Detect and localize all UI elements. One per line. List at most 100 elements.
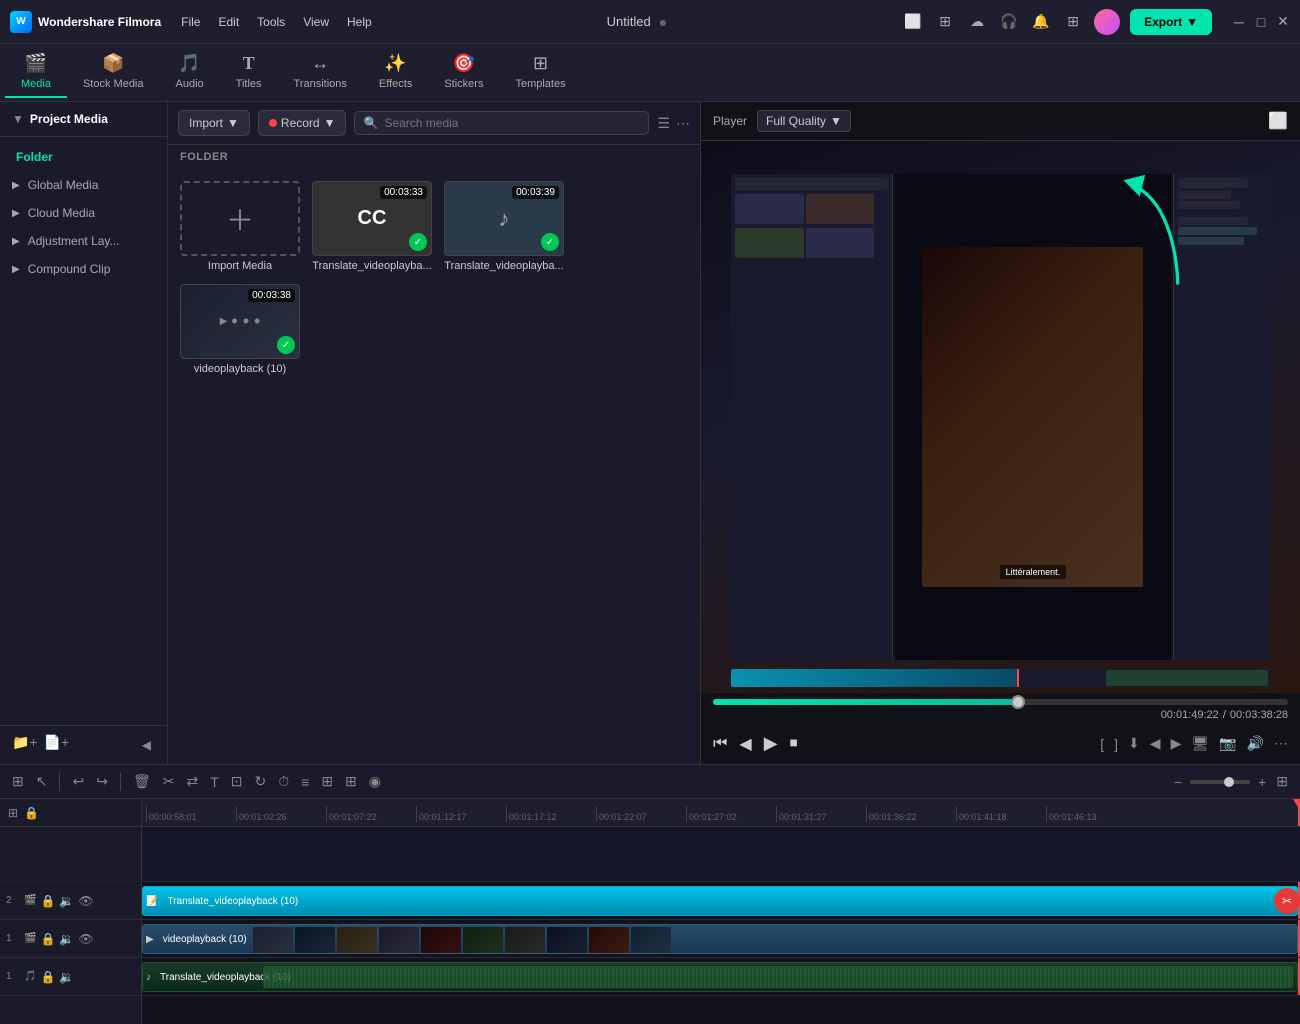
undo-icon[interactable]: ↩ xyxy=(70,771,86,792)
split-icon[interactable]: ✂ xyxy=(161,771,177,792)
grid-view-icon[interactable]: ⊞ xyxy=(1274,771,1290,792)
tab-media[interactable]: 🎬 Media xyxy=(5,47,67,98)
music-icon: ♪ xyxy=(499,206,510,232)
audio-icon[interactable]: 🔊 xyxy=(1247,735,1264,752)
total-time: 00:03:38:28 xyxy=(1230,709,1288,721)
menu-tools[interactable]: Tools xyxy=(257,15,285,29)
media-item-video1[interactable]: 00:03:38 ▶ • • • ✓ videoplayback (10) xyxy=(180,284,300,375)
tab-titles[interactable]: T Titles xyxy=(220,47,278,98)
screen-icon[interactable]: 🖥 xyxy=(1191,735,1209,752)
prev-marker-icon[interactable]: ◀ xyxy=(1150,735,1161,752)
minimize-button[interactable]: ─ xyxy=(1232,15,1246,29)
add-track-icon[interactable]: ⊞ xyxy=(8,806,18,820)
sidebar-item-adjustment[interactable]: ▶ Adjustment Lay... xyxy=(0,227,167,255)
ripple-icon[interactable]: ⇄ xyxy=(184,771,200,792)
search-icon: 🔍 xyxy=(363,116,378,130)
sidebar-item-cloud[interactable]: ▶ Cloud Media xyxy=(0,199,167,227)
collapse-sidebar-icon[interactable]: ◀ xyxy=(138,734,155,756)
delete-icon[interactable]: 🗑 xyxy=(131,771,153,792)
sidebar-item-folder[interactable]: Folder xyxy=(0,143,167,171)
import-button[interactable]: Import ▼ xyxy=(178,110,250,136)
menu-edit[interactable]: Edit xyxy=(218,15,239,29)
subtitle-clip[interactable]: 📝 Translate_videoplayback (10) xyxy=(142,886,1298,916)
tab-audio[interactable]: 🎵 Audio xyxy=(160,47,220,98)
zoom-slider[interactable] xyxy=(1190,780,1250,784)
bracket-out-icon[interactable]: ] xyxy=(1114,736,1118,752)
close-button[interactable]: ✕ xyxy=(1276,15,1290,29)
next-marker-icon[interactable]: ▶ xyxy=(1171,735,1182,752)
menu-view[interactable]: View xyxy=(303,15,329,29)
track2-eye[interactable]: 👁 xyxy=(78,894,93,908)
zoom-out-icon[interactable]: − xyxy=(1172,772,1184,792)
headphone-icon[interactable]: 🎧 xyxy=(998,11,1020,33)
speed-icon[interactable]: ⏱ xyxy=(276,771,291,792)
player-label: Player xyxy=(713,114,747,128)
empty-track xyxy=(142,827,1300,882)
more-icon[interactable]: ⋯ xyxy=(676,115,690,132)
link-icon[interactable]: ⊞ xyxy=(319,771,335,792)
track1v-lock[interactable]: 🔒 xyxy=(40,932,55,946)
redo-icon[interactable]: ↪ xyxy=(94,771,110,792)
tab-stock-media[interactable]: 📦 Stock Media xyxy=(67,47,160,98)
track1v-eye[interactable]: 👁 xyxy=(78,932,93,946)
clip-to-timeline-icon[interactable]: ⬇ xyxy=(1128,735,1140,752)
sidebar-item-compound[interactable]: ▶ Compound Clip xyxy=(0,255,167,283)
media-item-music1[interactable]: 00:03:39 ♪ ✓ Translate_videoplayba... xyxy=(444,181,564,272)
zoom-thumb[interactable] xyxy=(1224,777,1234,787)
tab-templates[interactable]: ⊞ Templates xyxy=(499,47,581,98)
menu-help[interactable]: Help xyxy=(347,15,372,29)
apps-icon[interactable]: ⊞ xyxy=(1062,11,1084,33)
duration-badge: 00:03:33 xyxy=(380,186,427,199)
user-avatar[interactable] xyxy=(1094,9,1120,35)
add-folder-icon[interactable]: 📁+ xyxy=(12,734,38,756)
rotate-icon[interactable]: ↻ xyxy=(252,771,268,792)
export-button[interactable]: Export ▼ xyxy=(1130,9,1212,35)
zoom-in-icon[interactable]: + xyxy=(1256,772,1268,792)
progress-bar[interactable] xyxy=(713,699,1288,705)
effects2-icon[interactable]: ⊞ xyxy=(343,771,359,792)
quality-select[interactable]: Full Quality ▼ xyxy=(757,110,851,132)
media-item-cc1[interactable]: 00:03:33 CC ✓ Translate_videoplayba... xyxy=(312,181,432,272)
fullscreen-icon[interactable]: ⬜ xyxy=(1268,111,1288,131)
stop-button[interactable]: ⏹ xyxy=(790,735,798,753)
search-box: 🔍 xyxy=(354,111,649,135)
cloud-icon[interactable]: ☁ xyxy=(966,11,988,33)
camera-icon[interactable]: ⊞ xyxy=(934,11,956,33)
maximize-button[interactable]: □ xyxy=(1254,15,1268,29)
tab-effects[interactable]: ✨ Effects xyxy=(363,47,428,98)
record-button[interactable]: Record ▼ xyxy=(258,110,347,136)
tab-stickers[interactable]: 🎯 Stickers xyxy=(428,47,499,98)
bracket-in-icon[interactable]: [ xyxy=(1100,736,1104,752)
track1a-audio[interactable]: 🔉 xyxy=(59,970,74,984)
sidebar-item-global[interactable]: ▶ Global Media xyxy=(0,171,167,199)
menu-file[interactable]: File xyxy=(181,15,200,29)
track2-lock[interactable]: 🔒 xyxy=(40,894,55,908)
select-icon[interactable]: ↖ xyxy=(34,771,50,792)
snapshot-icon[interactable]: 📷 xyxy=(1219,735,1236,752)
track1v-audio[interactable]: 🔉 xyxy=(59,932,74,946)
lock-icon[interactable]: 🔒 xyxy=(24,806,39,820)
video-clip[interactable]: ▶ videoplayback (10) xyxy=(142,924,1298,954)
text-icon[interactable]: T xyxy=(208,772,221,792)
group-icon[interactable]: ⊞ xyxy=(10,771,26,792)
bell-icon[interactable]: 🔔 xyxy=(1030,11,1052,33)
cc-icon: CC xyxy=(358,207,387,230)
tab-templates-label: Templates xyxy=(515,78,565,90)
monitor-icon[interactable]: ⬜ xyxy=(902,11,924,33)
add-icon[interactable]: 📄+ xyxy=(44,734,70,756)
rewind-button[interactable]: ⏮ xyxy=(713,735,727,753)
tab-transitions[interactable]: ↔ Transitions xyxy=(278,47,363,98)
color-icon[interactable]: ◉ xyxy=(367,771,383,792)
audio-clip[interactable]: ♪ Translate_videoplayback (10) xyxy=(142,962,1298,992)
more-icon[interactable]: ⋯ xyxy=(1274,735,1288,752)
crop-icon[interactable]: ⊡ xyxy=(229,771,245,792)
equalizer-icon[interactable]: ≡ xyxy=(299,772,311,792)
track2-audio[interactable]: 🔉 xyxy=(59,894,74,908)
filter-icon[interactable]: ☰ xyxy=(657,115,670,132)
media-item-import[interactable]: ＋ Import Media xyxy=(180,181,300,272)
play-button[interactable]: ▶ xyxy=(764,733,778,754)
track1a-lock[interactable]: 🔒 xyxy=(40,970,55,984)
progress-thumb[interactable] xyxy=(1011,695,1025,709)
search-input[interactable] xyxy=(384,116,640,130)
prev-frame-button[interactable]: ◀ xyxy=(739,734,751,754)
